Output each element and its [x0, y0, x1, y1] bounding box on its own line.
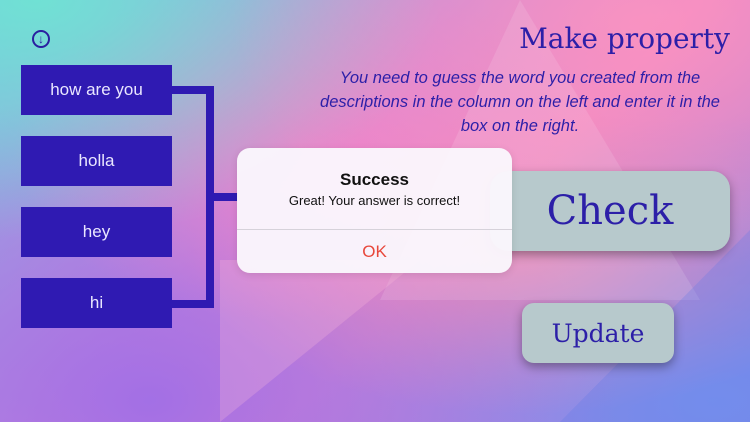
- check-button[interactable]: Check: [490, 171, 730, 251]
- alert-message: Great! Your answer is correct!: [288, 193, 461, 208]
- word-card: how are you: [21, 65, 172, 115]
- connector-bracket: [206, 86, 214, 308]
- word-card: holla: [21, 136, 172, 186]
- alert-title: Success: [340, 170, 409, 189]
- page-title: Make property: [519, 22, 730, 55]
- instructions-text: You need to guess the word you created f…: [320, 69, 720, 135]
- background-facet: [220, 260, 420, 422]
- alert-ok-button[interactable]: OK: [237, 230, 512, 273]
- download-icon[interactable]: ↓: [32, 30, 50, 48]
- word-card: hey: [21, 207, 172, 257]
- update-button[interactable]: Update: [522, 303, 674, 363]
- success-alert: Success Great! Your answer is correct! O…: [237, 148, 512, 273]
- word-card: hi: [21, 278, 172, 328]
- connector-line: [214, 193, 238, 201]
